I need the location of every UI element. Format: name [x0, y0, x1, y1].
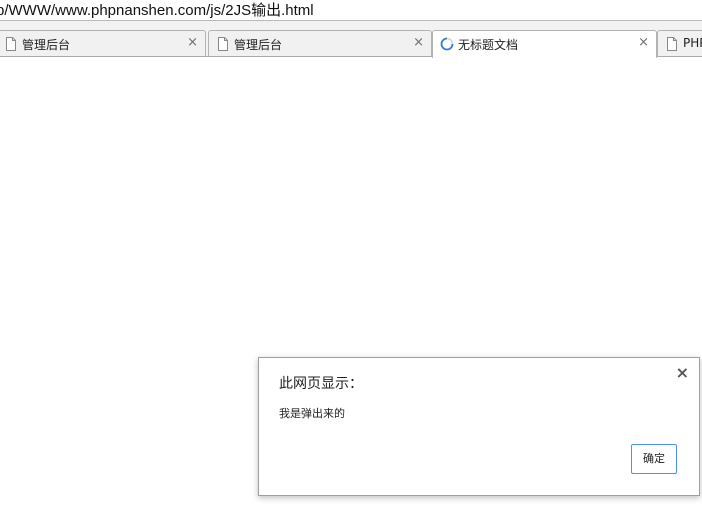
close-tab-icon[interactable]: × — [187, 36, 198, 50]
ok-button[interactable]: 确定 — [631, 444, 677, 474]
alert-dialog: 此网页显示： × 我是弹出来的 确定 — [258, 357, 700, 496]
browser-window: p/WWW/www.phpnanshen.com/js/2JS输出.html 管… — [0, 0, 702, 511]
tab-label: PHP — [683, 36, 702, 50]
tab-4[interactable]: PHP — [657, 30, 702, 57]
dialog-message: 我是弹出来的 — [279, 407, 345, 420]
tab-label: 管理后台 — [22, 38, 71, 52]
page-icon — [218, 37, 228, 51]
page-icon — [6, 37, 16, 51]
url-text[interactable]: p/WWW/www.phpnanshen.com/js/2JS输出.html — [0, 0, 314, 20]
tab-strip: 管理后台 × 管理后台 × 无标题文档 × PHP — [0, 21, 702, 58]
dialog-title: 此网页显示： — [279, 376, 363, 392]
tab-3-active[interactable]: 无标题文档 × — [432, 30, 657, 58]
loading-spinner-icon — [440, 37, 454, 51]
tab-2[interactable]: 管理后台 × — [208, 30, 432, 57]
tab-label: 管理后台 — [234, 38, 283, 52]
close-tab-icon[interactable]: × — [638, 36, 649, 50]
address-bar[interactable]: p/WWW/www.phpnanshen.com/js/2JS输出.html — [0, 0, 702, 21]
close-tab-icon[interactable]: × — [413, 36, 424, 50]
tab-label: 无标题文档 — [458, 38, 519, 52]
tab-1[interactable]: 管理后台 × — [0, 30, 206, 57]
close-icon[interactable]: × — [676, 363, 689, 383]
page-icon — [667, 37, 677, 51]
